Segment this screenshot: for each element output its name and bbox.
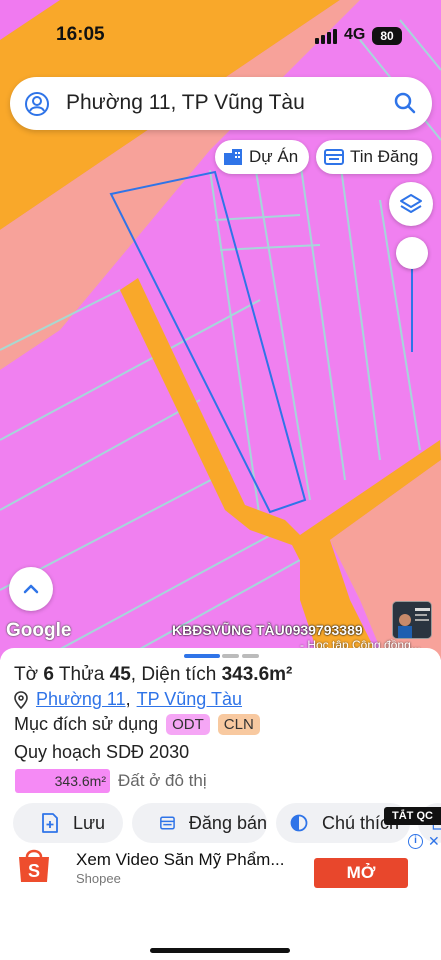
- du-an-chip[interactable]: Dự Án: [215, 140, 309, 174]
- ad-open-button[interactable]: MỞ: [314, 858, 408, 888]
- tin-dang-label: Tin Đăng: [350, 147, 419, 166]
- sheet-number: 6: [43, 664, 54, 685]
- land-use-purpose: Mục đích sử dụng ODT CLN: [14, 714, 260, 735]
- listing-icon: [324, 149, 344, 165]
- ad-close-icon[interactable]: ✕: [428, 833, 440, 850]
- area-label: Diện tích: [141, 664, 217, 685]
- layers-icon: [400, 194, 422, 213]
- battery-icon: 80: [372, 27, 402, 45]
- layers-button[interactable]: [389, 182, 433, 226]
- plot-number: 45: [109, 664, 131, 685]
- plan-area-desc: Đất ở đô thị: [118, 771, 207, 790]
- parcel-info-sheet[interactable]: Tờ 6 Thửa 45, Diện tích 343.6m² Phường 1…: [0, 648, 441, 960]
- sheet-page-dot: [242, 654, 259, 658]
- google-logo: Google: [6, 620, 72, 641]
- ad-brand: Shopee: [76, 871, 121, 886]
- sheet-handle[interactable]: [184, 654, 220, 658]
- watermark-text: KBĐSVŨNG TÀU0939793389: [172, 622, 363, 638]
- search-icon[interactable]: [392, 90, 418, 116]
- chevron-up-icon: [23, 584, 39, 594]
- status-bar: 16:05 4G 80: [0, 0, 441, 72]
- land-use-badge-odt: ODT: [166, 714, 210, 735]
- close-ad-button[interactable]: TẮT QC: [384, 807, 441, 825]
- area-value: 343.6m²: [221, 664, 293, 685]
- ad-info-icon[interactable]: i: [408, 834, 423, 849]
- ward-link[interactable]: Phường 11: [36, 689, 126, 710]
- land-use-badge-cln: CLN: [217, 714, 260, 735]
- building-icon: [224, 149, 242, 165]
- plot-number-label: Thửa: [58, 664, 105, 685]
- user-icon[interactable]: [24, 91, 50, 117]
- thumbnail-image: [393, 602, 431, 638]
- search-input[interactable]: Phường 11, TP Vũng Tàu: [66, 91, 305, 115]
- home-indicator: [150, 948, 290, 953]
- opacity-slider-handle[interactable]: [396, 237, 428, 269]
- svg-text:S: S: [28, 861, 40, 881]
- du-an-label: Dự Án: [249, 147, 299, 166]
- map-view[interactable]: 16:05 4G 80 Phường 11, TP Vũng Tàu Dự Án…: [0, 0, 441, 660]
- signal-icon: [315, 28, 339, 44]
- location-pin-icon: [14, 690, 28, 709]
- land-use-label: Mục đích sử dụng: [14, 714, 159, 734]
- avatar-thumbnail[interactable]: [392, 601, 432, 639]
- shopee-logo: S: [19, 849, 49, 882]
- city-link[interactable]: TP Vũng Tàu: [137, 689, 242, 710]
- parcel-summary: Tờ 6 Thửa 45, Diện tích 343.6m²: [14, 664, 293, 685]
- address: Phường 11, TP Vũng Tàu: [14, 689, 242, 710]
- network-type: 4G: [344, 26, 366, 43]
- sheet-number-label: Tờ: [14, 664, 39, 685]
- search-bar[interactable]: Phường 11, TP Vũng Tàu: [10, 77, 432, 130]
- sheet-page-dot: [222, 654, 239, 658]
- ad-title: Xem Video Săn Mỹ Phẩm...: [76, 850, 285, 869]
- status-time: 16:05: [56, 24, 105, 45]
- tin-dang-chip[interactable]: Tin Đăng: [316, 140, 432, 174]
- plan-area-bar: 343.6m²: [15, 769, 110, 793]
- expand-up-button[interactable]: [9, 567, 53, 611]
- ad-banner[interactable]: S Xem Video Săn Mỹ Phẩm... Shopee i ✕ MỞ: [0, 826, 441, 906]
- plan-area-row: 343.6m² Đất ở đô thị: [15, 769, 207, 793]
- plan-title: Quy hoạch SDĐ 2030: [14, 742, 190, 762]
